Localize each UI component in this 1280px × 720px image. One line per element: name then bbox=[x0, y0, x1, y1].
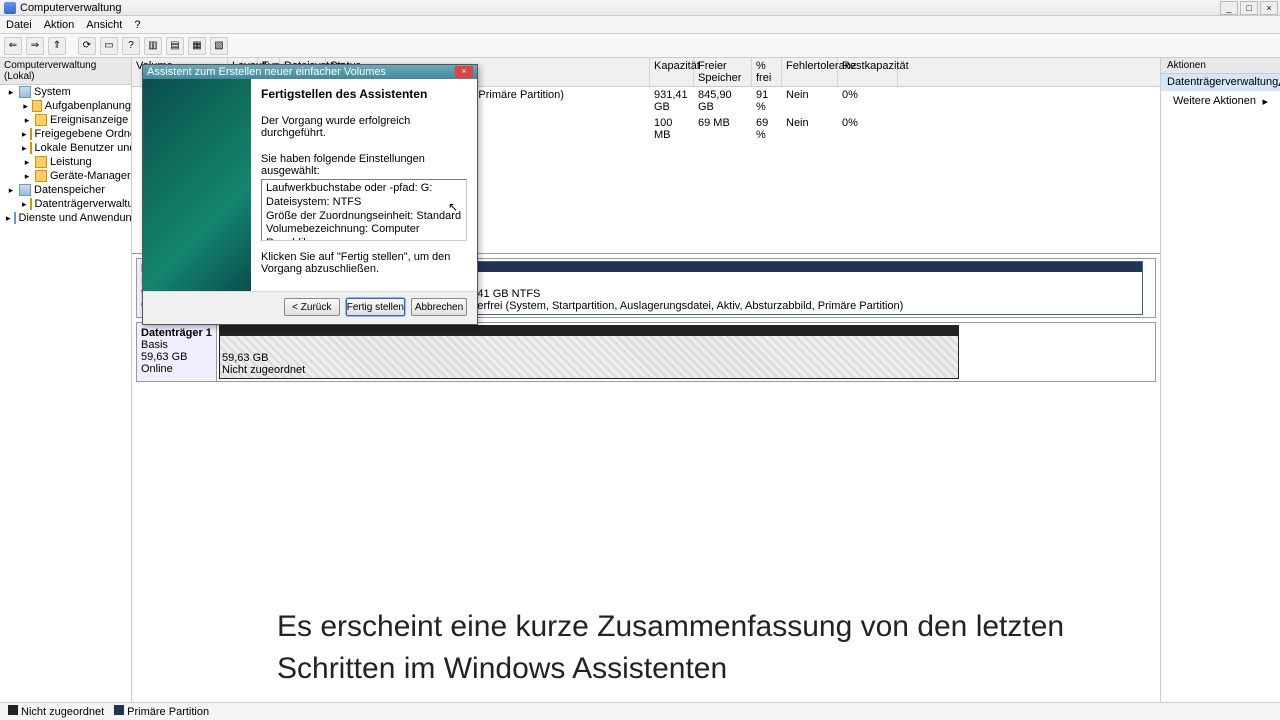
expand-icon[interactable]: ▸ bbox=[22, 129, 27, 139]
wizard-dialog: Assistent zum Erstellen neuer einfacher … bbox=[142, 64, 478, 325]
column-header[interactable]: Restkapazität bbox=[838, 58, 898, 86]
tool-button[interactable]: ▧ bbox=[210, 37, 228, 55]
tree-node[interactable]: ▸Datenträgerverwaltung bbox=[0, 197, 131, 211]
finish-button[interactable]: Fertig stellen bbox=[346, 298, 405, 316]
tree-node[interactable]: ▸Datenspeicher bbox=[0, 183, 131, 197]
column-header[interactable]: Kapazität bbox=[650, 58, 694, 86]
actions-pane: Aktionen Datenträgerverwaltung▴ Weitere … bbox=[1160, 58, 1280, 708]
maximize-button[interactable]: □ bbox=[1240, 1, 1258, 15]
actions-subheader[interactable]: Datenträgerverwaltung▴ bbox=[1161, 74, 1280, 91]
actions-more[interactable]: Weitere Aktionen ▸ bbox=[1161, 91, 1280, 111]
expand-icon[interactable]: ▸ bbox=[6, 213, 11, 223]
folder-icon bbox=[19, 184, 31, 196]
legend-item: Primäre Partition bbox=[114, 705, 209, 718]
folder-icon bbox=[32, 100, 41, 112]
tree-root[interactable]: Computerverwaltung (Lokal) bbox=[0, 58, 131, 85]
column-header[interactable]: Freier Speicher bbox=[694, 58, 752, 86]
menu-aktion[interactable]: Aktion bbox=[44, 19, 75, 31]
expand-icon[interactable]: ▸ bbox=[22, 199, 27, 209]
tree-node[interactable]: ▸Geräte-Manager bbox=[0, 169, 131, 183]
refresh-button[interactable]: ⟳ bbox=[78, 37, 96, 55]
folder-icon bbox=[30, 198, 32, 210]
expand-icon[interactable]: ▸ bbox=[6, 87, 16, 97]
expand-icon[interactable]: ▸ bbox=[6, 185, 16, 195]
back-button[interactable]: < Zurück bbox=[284, 298, 340, 316]
expand-icon[interactable]: ▸ bbox=[22, 143, 27, 153]
dialog-text: Klicken Sie auf "Fertig stellen", um den… bbox=[261, 251, 467, 275]
dialog-titlebar[interactable]: Assistent zum Erstellen neuer einfacher … bbox=[143, 65, 477, 79]
tool-button[interactable]: ▦ bbox=[188, 37, 206, 55]
folder-icon bbox=[30, 142, 32, 154]
expand-icon[interactable]: ▸ bbox=[22, 101, 29, 111]
menubar: Datei Aktion Ansicht? bbox=[0, 16, 1280, 34]
minimize-button[interactable]: _ bbox=[1220, 1, 1238, 15]
disk-block: Datenträger 1Basis59,63 GBOnline59,63 GB… bbox=[136, 322, 1156, 382]
statusbar: Nicht zugeordnet Primäre Partition bbox=[0, 702, 1280, 720]
partition[interactable]: (C:)931,41 GB NTFSFehlerfrei (System, St… bbox=[453, 261, 1143, 315]
folder-icon bbox=[14, 212, 16, 224]
chevron-right-icon: ▸ bbox=[1262, 95, 1268, 108]
folder-icon bbox=[19, 86, 31, 98]
tree-node[interactable]: ▸Freigegebene Ordner bbox=[0, 127, 131, 141]
column-header[interactable]: % frei bbox=[752, 58, 782, 86]
dialog-close-button[interactable]: × bbox=[455, 66, 473, 78]
dialog-text: Sie haben folgende Einstellungen ausgewä… bbox=[261, 153, 467, 177]
dialog-heading: Fertigstellen des Assistenten bbox=[261, 87, 467, 101]
close-button[interactable]: × bbox=[1260, 1, 1278, 15]
summary-line: Volumebezeichnung: Computer Republik bbox=[266, 223, 462, 241]
tool-button[interactable]: ▤ bbox=[166, 37, 184, 55]
tree-node[interactable]: ▸Leistung bbox=[0, 155, 131, 169]
tree-node[interactable]: ▸Lokale Benutzer und Gr bbox=[0, 141, 131, 155]
dialog-banner bbox=[143, 79, 251, 291]
app-icon bbox=[4, 2, 16, 14]
expand-icon[interactable]: ▸ bbox=[22, 157, 32, 167]
tree-node[interactable]: ▸Dienste und Anwendungen bbox=[0, 211, 131, 225]
toolbar: ⇐ ⇒ ⇑ ⟳ ▭ ? ▥ ▤ ▦ ▧ bbox=[0, 34, 1280, 58]
folder-icon bbox=[30, 128, 32, 140]
summary-line: Laufwerkbuchstabe oder -pfad: G: bbox=[266, 182, 462, 196]
tree-node[interactable]: ▸System bbox=[0, 85, 131, 99]
menu-ansicht[interactable]: Ansicht bbox=[86, 19, 122, 31]
tree-node[interactable]: ▸Ereignisanzeige bbox=[0, 113, 131, 127]
window-titlebar: Computerverwaltung _ □ × bbox=[0, 0, 1280, 16]
cancel-button[interactable]: Abbrechen bbox=[411, 298, 467, 316]
menu-datei[interactable]: Datei bbox=[6, 19, 32, 31]
expand-icon[interactable]: ▸ bbox=[22, 115, 32, 125]
folder-icon bbox=[35, 170, 47, 182]
tool-button[interactable]: ▥ bbox=[144, 37, 162, 55]
actions-header: Aktionen bbox=[1161, 58, 1280, 74]
up-button[interactable]: ⇑ bbox=[48, 37, 66, 55]
folder-icon bbox=[35, 156, 47, 168]
help-button[interactable]: ? bbox=[122, 37, 140, 55]
summary-line: Dateisystem: NTFS bbox=[266, 196, 462, 210]
expand-icon[interactable]: ▸ bbox=[22, 171, 32, 181]
column-header[interactable]: Fehlertoleranz bbox=[782, 58, 838, 86]
legend-item: Nicht zugeordnet bbox=[8, 705, 104, 718]
window-title: Computerverwaltung bbox=[20, 2, 122, 14]
properties-button[interactable]: ▭ bbox=[100, 37, 118, 55]
summary-line: Größe der Zuordnungseinheit: Standard bbox=[266, 210, 462, 224]
menu-?[interactable]: ? bbox=[134, 19, 140, 31]
tree-node[interactable]: ▸Aufgabenplanung bbox=[0, 99, 131, 113]
folder-icon bbox=[35, 114, 47, 126]
forward-button[interactable]: ⇒ bbox=[26, 37, 44, 55]
partition[interactable]: 59,63 GBNicht zugeordnet bbox=[219, 325, 959, 379]
summary-listbox[interactable]: Laufwerkbuchstabe oder -pfad: G:Dateisys… bbox=[261, 179, 467, 241]
navigation-tree: Computerverwaltung (Lokal) ▸System▸Aufga… bbox=[0, 58, 132, 708]
caption-overlay: Es erscheint eine kurze Zusammenfassung … bbox=[277, 606, 1160, 690]
back-button[interactable]: ⇐ bbox=[4, 37, 22, 55]
dialog-text: Der Vorgang wurde erfolgreich durchgefüh… bbox=[261, 115, 467, 139]
disk-meta[interactable]: Datenträger 1Basis59,63 GBOnline bbox=[137, 323, 217, 381]
